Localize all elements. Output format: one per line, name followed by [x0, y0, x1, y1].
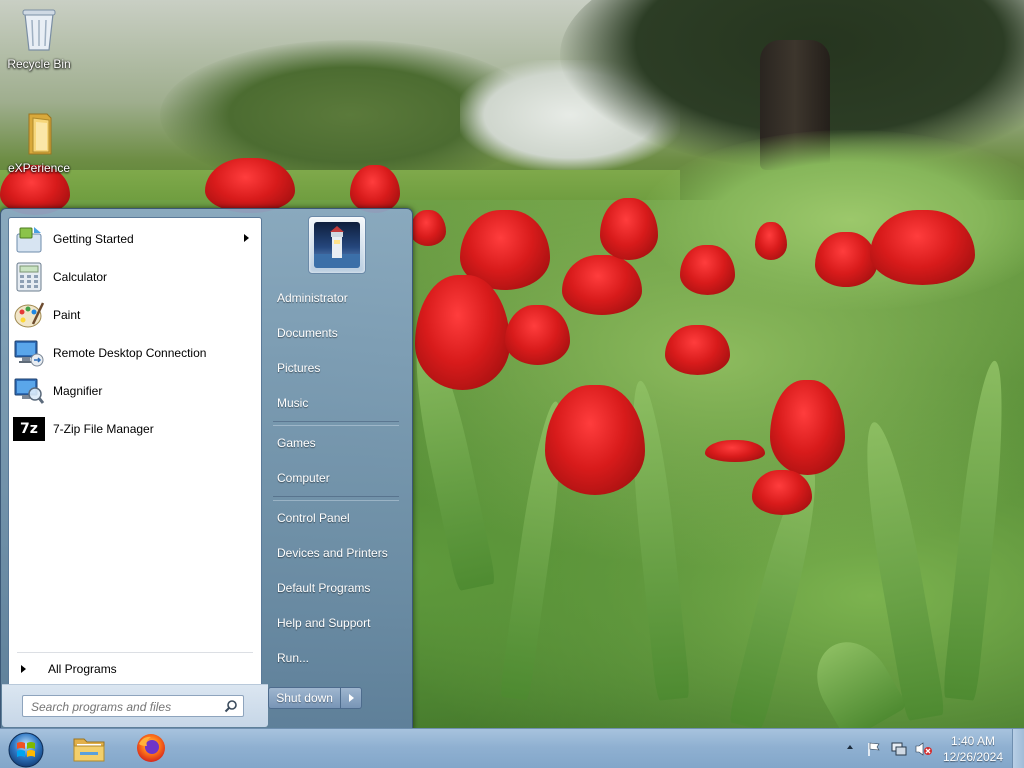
- desktop-icon-label: Recycle Bin: [7, 57, 71, 71]
- shutdown-button[interactable]: Shut down: [268, 687, 342, 709]
- search-input[interactable]: [29, 697, 223, 717]
- start-menu: Getting Started Calculator Paint Remote …: [0, 208, 413, 730]
- clock-date: 12/26/2024: [942, 750, 1004, 764]
- program-calculator[interactable]: Calculator: [9, 258, 261, 296]
- desktop-icon-recycle-bin[interactable]: Recycle Bin: [3, 6, 75, 71]
- place-music[interactable]: Music: [263, 386, 409, 421]
- remote-desktop-icon: [13, 337, 45, 369]
- getting-started-icon: [13, 223, 45, 255]
- lighthouse-picture: [314, 222, 360, 268]
- triangle-right-icon: [21, 665, 26, 673]
- program-list: Getting Started Calculator Paint Remote …: [9, 220, 261, 448]
- folder-icon: [72, 733, 106, 766]
- place-default-programs[interactable]: Default Programs: [263, 571, 409, 606]
- place-devices-printers[interactable]: Devices and Printers: [263, 536, 409, 571]
- start-menu-places: Administrator Documents Pictures Music G…: [263, 281, 409, 676]
- show-hidden-icons-button[interactable]: [846, 741, 854, 755]
- network-icon[interactable]: [890, 741, 908, 760]
- program-magnifier[interactable]: Magnifier: [9, 372, 261, 410]
- submenu-arrow-icon: [244, 234, 249, 242]
- all-programs-button[interactable]: All Programs: [17, 658, 253, 680]
- show-desktop-button[interactable]: [1012, 729, 1024, 768]
- separator: [17, 652, 253, 653]
- taskbar-clock[interactable]: 1:40 AM 12/26/2024: [940, 733, 1006, 765]
- search-icon[interactable]: [224, 699, 238, 716]
- desktop-icon-label: eXPerience: [7, 161, 71, 175]
- action-center-flag-icon[interactable]: [866, 741, 882, 760]
- firefox-icon: [135, 732, 167, 767]
- clock-time: 1:40 AM: [950, 734, 996, 748]
- place-control-panel[interactable]: Control Panel: [263, 501, 409, 536]
- program-remote-desktop[interactable]: Remote Desktop Connection: [9, 334, 261, 372]
- user-account-picture[interactable]: [308, 216, 366, 274]
- calculator-icon: [13, 261, 45, 293]
- search-area: [2, 684, 268, 727]
- recycle-bin-icon: [21, 9, 57, 55]
- taskbar-firefox-button[interactable]: [124, 731, 178, 767]
- place-help-support[interactable]: Help and Support: [263, 606, 409, 641]
- place-run[interactable]: Run...: [263, 641, 409, 676]
- place-games[interactable]: Games: [263, 426, 409, 461]
- program-7zip[interactable]: 7z 7-Zip File Manager: [9, 410, 261, 448]
- volume-muted-icon[interactable]: [914, 741, 932, 760]
- taskbar: 1:40 AM 12/26/2024: [0, 728, 1024, 768]
- program-getting-started[interactable]: Getting Started: [9, 220, 261, 258]
- place-pictures[interactable]: Pictures: [263, 351, 409, 386]
- start-button[interactable]: [6, 730, 46, 768]
- shutdown-options-button[interactable]: [341, 687, 362, 709]
- desktop-icon-experience[interactable]: eXPerience: [3, 110, 75, 175]
- magnifier-icon: [13, 375, 45, 407]
- place-administrator[interactable]: Administrator: [263, 281, 409, 316]
- taskbar-explorer-button[interactable]: [62, 731, 116, 767]
- start-menu-programs-pane: Getting Started Calculator Paint Remote …: [2, 217, 268, 727]
- folder-icon: [21, 113, 57, 159]
- search-box[interactable]: [22, 695, 244, 717]
- program-paint[interactable]: Paint: [9, 296, 261, 334]
- shutdown-control: Shut down: [268, 687, 362, 709]
- place-computer[interactable]: Computer: [263, 461, 409, 496]
- paint-icon: [13, 299, 45, 331]
- 7zip-icon: 7z: [13, 413, 45, 445]
- place-documents[interactable]: Documents: [263, 316, 409, 351]
